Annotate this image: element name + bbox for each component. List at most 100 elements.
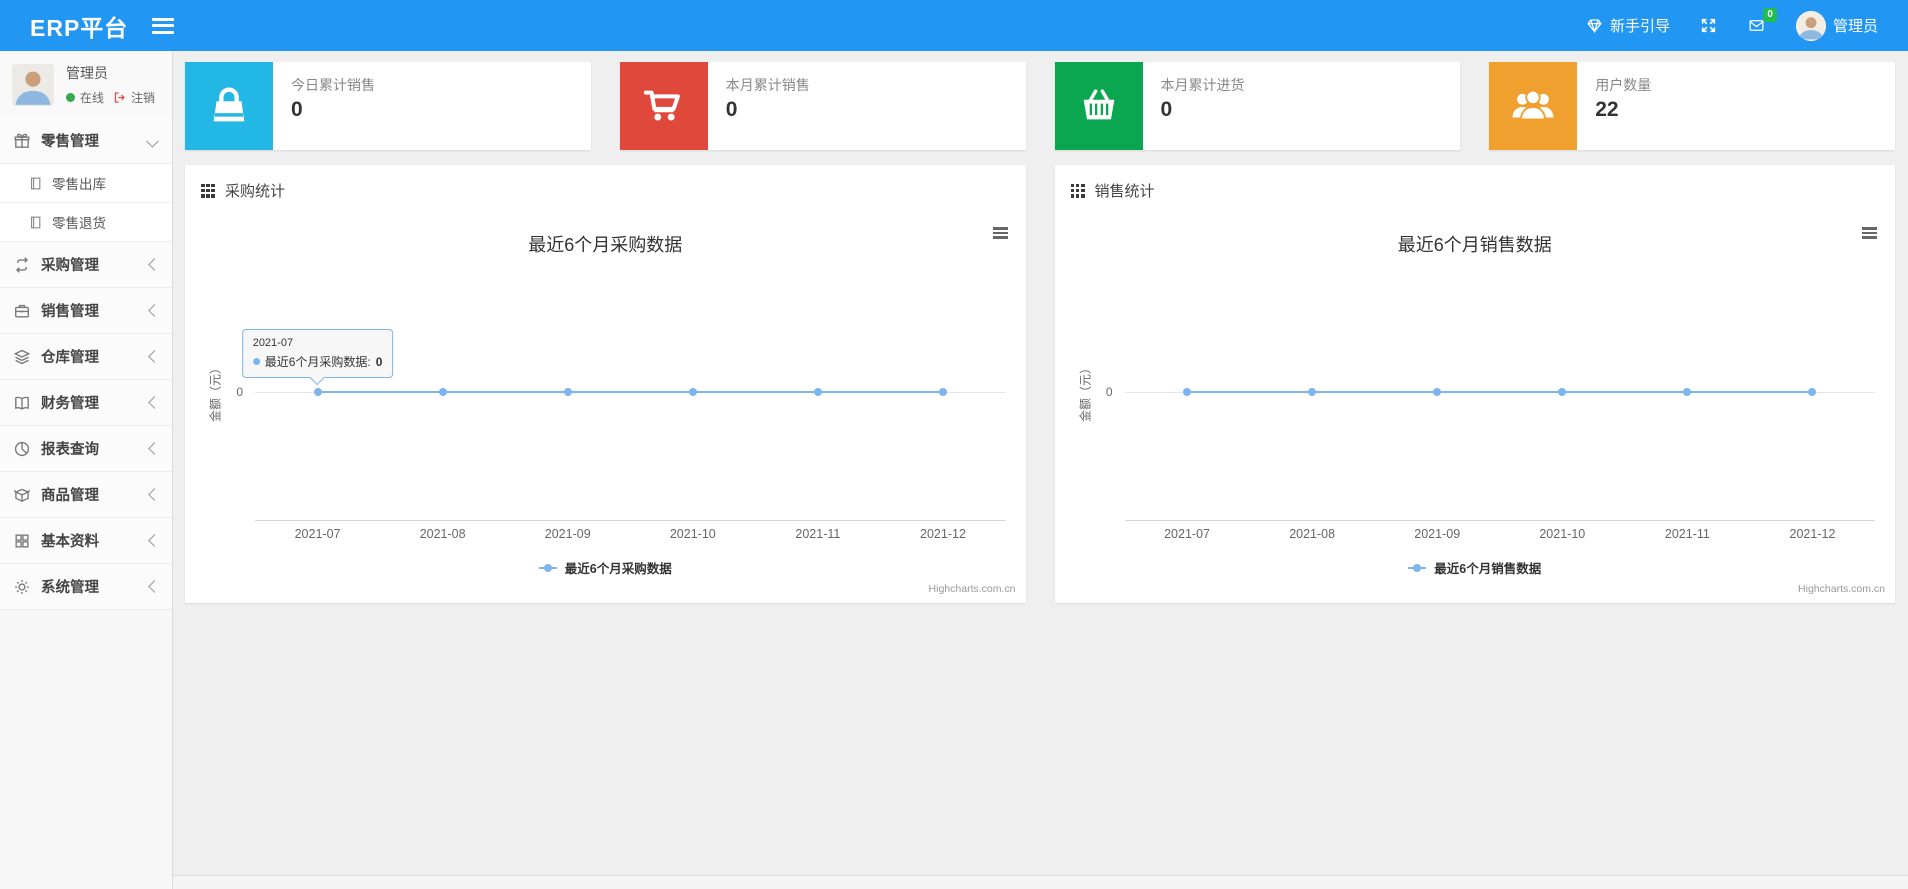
stat-card-label: 本月累计销售 xyxy=(725,77,810,93)
grid-icon xyxy=(13,532,31,550)
legend-marker-icon xyxy=(538,563,557,573)
sidebar-item-label: 基本资料 xyxy=(41,534,99,550)
layers-icon xyxy=(13,348,31,366)
sidebar-item-label: 仓库管理 xyxy=(41,350,99,366)
sidebar-item-label: 零售出库 xyxy=(52,177,106,192)
grid-icon xyxy=(1070,183,1085,198)
hamburger-icon[interactable] xyxy=(152,17,175,34)
data-point-marker[interactable] xyxy=(313,388,322,396)
x-axis-label: 2021-10 xyxy=(1539,527,1586,541)
stat-card-label: 本月累计进货 xyxy=(1160,77,1245,93)
legend-item[interactable]: 最近6个月采购数据 xyxy=(185,558,1026,577)
y-axis-title: 金额（元） xyxy=(1078,361,1092,423)
app-brand[interactable]: ERP平台 xyxy=(0,9,152,43)
box-icon xyxy=(13,486,31,504)
online-status-icon xyxy=(66,93,75,102)
stat-card-value: 22 xyxy=(1595,98,1619,121)
sidebar-item-retail[interactable]: 零售管理 xyxy=(0,118,172,164)
plot-area: 2021-07 2021-08 2021-09 2021-10 2021-11 2021-… xyxy=(255,211,1006,603)
sidebar-item-label: 商品管理 xyxy=(41,488,99,504)
chevron-left-icon xyxy=(148,488,161,501)
stat-card-value: 0 xyxy=(725,98,738,121)
x-axis-label: 2021-09 xyxy=(1414,527,1461,541)
repeat-icon xyxy=(13,256,31,274)
sidebar-user-panel: 管理员 在线 注销 xyxy=(0,51,172,118)
users-icon xyxy=(1489,62,1578,150)
charts-row: 采购统计 最近6个月采购数据 金额（元） 0 2021-07 2021-08 2021-0… xyxy=(185,165,1895,603)
messages-button[interactable]: 0 xyxy=(1747,8,1777,34)
series-line xyxy=(317,391,943,393)
x-axis-label: 2021-07 xyxy=(1164,527,1210,541)
sidebar-item-reports[interactable]: 报表查询 xyxy=(0,426,172,472)
y-axis-tick: 0 xyxy=(236,385,243,399)
sidebar-item-purchase[interactable]: 采购管理 xyxy=(0,242,172,288)
sidebar-item-basic-data[interactable]: 基本资料 xyxy=(0,518,172,564)
sidebar-item-label: 零售退货 xyxy=(52,216,106,231)
sidebar: 管理员 在线 注销 零售管理零售出库零售退货采购管理 销售管理仓库管理财务管理报表… xyxy=(0,51,173,889)
x-axis-label: 2021-11 xyxy=(1664,527,1710,541)
x-axis-label: 2021-12 xyxy=(1789,527,1836,541)
logout-link[interactable]: 注销 xyxy=(131,89,155,106)
mail-badge: 0 xyxy=(1763,8,1777,22)
legend-label: 最近6个月采购数据 xyxy=(564,562,672,576)
sidebar-item-retail-outbound[interactable]: 零售出库 xyxy=(0,164,172,203)
sidebar-item-finance[interactable]: 财务管理 xyxy=(0,380,172,426)
briefcase-icon xyxy=(13,302,31,320)
chevron-left-icon xyxy=(148,534,161,547)
guide-label: 新手引导 xyxy=(1609,18,1670,35)
legend-item[interactable]: 最近6个月销售数据 xyxy=(1055,558,1896,577)
data-point-marker[interactable] xyxy=(688,388,697,396)
chevron-down-icon xyxy=(146,134,159,148)
sidebar-item-goods[interactable]: 商品管理 xyxy=(0,472,172,518)
user-menu[interactable]: 管理员 xyxy=(1795,10,1878,41)
journal-icon xyxy=(28,176,43,191)
sidebar-item-sales[interactable]: 销售管理 xyxy=(0,288,172,334)
x-axis-label: 2021-11 xyxy=(795,527,841,541)
credits-link[interactable]: Highcharts.com.cn xyxy=(929,583,1016,595)
data-point-marker[interactable] xyxy=(1308,388,1317,396)
grid-icon xyxy=(201,183,215,198)
stat-card-label: 用户数量 xyxy=(1595,77,1652,93)
data-point-marker[interactable] xyxy=(1808,388,1817,396)
panel-header: 销售统计 xyxy=(1055,165,1896,213)
expand-icon xyxy=(1700,17,1717,34)
x-axis-label: 2021-10 xyxy=(669,527,716,541)
data-point-marker[interactable] xyxy=(1558,388,1567,396)
fullscreen-button[interactable] xyxy=(1700,17,1717,34)
series-line xyxy=(1187,391,1813,393)
plot-area: 2021-07 2021-08 2021-09 2021-10 2021-11 2021-… xyxy=(1125,211,1876,603)
sidebar-item-warehouse[interactable]: 仓库管理 xyxy=(0,334,172,380)
y-axis-title: 金额（元） xyxy=(208,361,223,423)
data-point-marker[interactable] xyxy=(1433,388,1442,396)
gift-icon xyxy=(13,132,31,150)
stat-card-value: 0 xyxy=(291,98,303,121)
sidebar-item-system[interactable]: 系统管理 xyxy=(0,564,172,610)
purchase-chart: 最近6个月采购数据 金额（元） 0 2021-07 2021-08 2021-09 2021… xyxy=(185,211,1026,603)
data-point-marker[interactable] xyxy=(563,388,572,396)
gem-icon xyxy=(1586,17,1603,34)
sidebar-item-label: 零售管理 xyxy=(41,134,99,150)
data-point-marker[interactable] xyxy=(1183,388,1192,396)
x-axis-label: 2021-08 xyxy=(419,527,466,541)
sidebar-item-retail-return[interactable]: 零售退货 xyxy=(0,203,172,242)
chevron-left-icon xyxy=(148,580,161,593)
guide-button[interactable]: 新手引导 xyxy=(1586,15,1670,36)
sidebar-avatar xyxy=(12,63,54,106)
basket-icon xyxy=(1054,62,1143,150)
sidebar-item-label: 报表查询 xyxy=(41,442,99,458)
gear-icon xyxy=(13,578,31,596)
data-point-marker[interactable] xyxy=(1683,388,1692,396)
x-axis-label: 2021-12 xyxy=(920,527,966,541)
data-point-marker[interactable] xyxy=(938,388,947,396)
credits-link[interactable]: Highcharts.com.cn xyxy=(1798,583,1885,595)
sidebar-item-label: 财务管理 xyxy=(41,396,99,412)
panel-title: 采购统计 xyxy=(225,183,286,200)
legend-marker-icon xyxy=(1408,563,1427,573)
user-avatar xyxy=(1795,10,1826,41)
shopping-bag-icon xyxy=(185,62,273,150)
data-point-marker[interactable] xyxy=(438,388,447,396)
stat-card-month-purchase: 本月累计进货 0 xyxy=(1054,62,1461,150)
y-axis-tick: 0 xyxy=(1105,385,1113,399)
data-point-marker[interactable] xyxy=(813,388,822,396)
book-icon xyxy=(13,394,31,412)
